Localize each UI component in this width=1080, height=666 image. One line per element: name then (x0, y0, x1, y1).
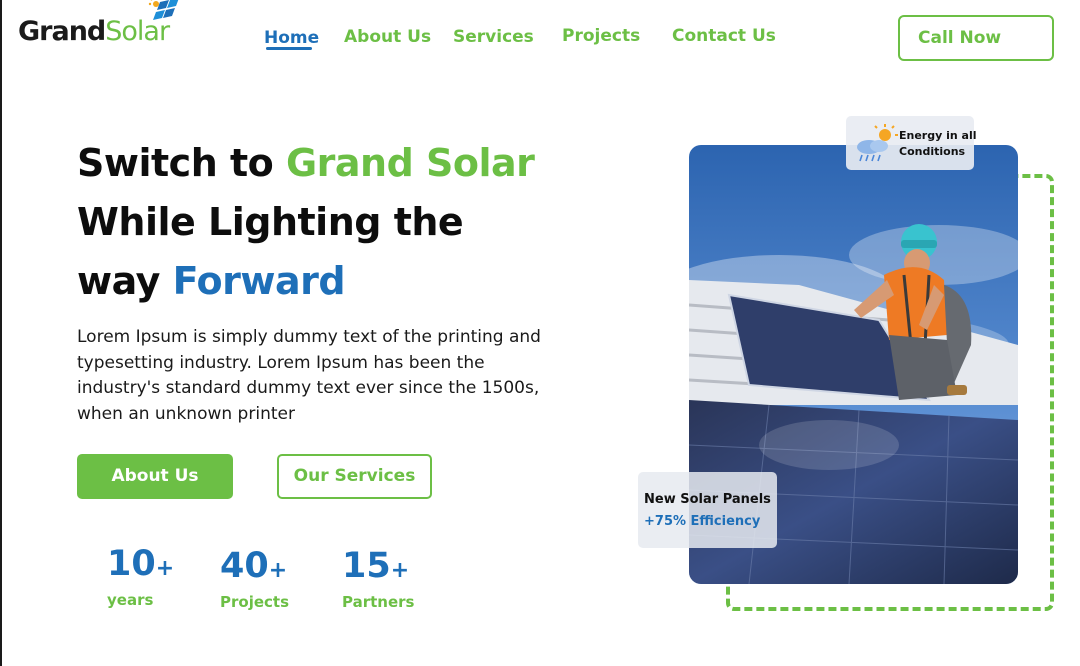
nav-active-indicator (266, 47, 312, 50)
hero-title-text: way (77, 259, 173, 303)
call-now-button[interactable]: Call Now (898, 15, 1054, 61)
stat-label: Projects (220, 593, 290, 611)
energy-badge-line-1: Energy in all (899, 129, 977, 142)
nav-projects[interactable]: Projects (562, 26, 640, 46)
stat-years: 10+ years (107, 542, 174, 609)
stat-label: Partners (342, 593, 415, 611)
stat-value: 40+ (220, 546, 288, 586)
hero-title-line-3: way Forward (77, 252, 534, 311)
hero-title: Switch to Grand Solar While Lighting the… (77, 134, 535, 311)
brand-name-part2: Solar (105, 16, 170, 47)
stat-value: 10+ (107, 544, 175, 584)
page-left-border (0, 0, 2, 666)
nav-contact-us[interactable]: Contact Us (672, 26, 776, 46)
stat-label: years (107, 591, 154, 609)
hero-title-line-1: Switch to Grand Solar (77, 134, 535, 193)
nav-home[interactable]: Home (264, 28, 319, 48)
hero-title-text: Switch to (77, 141, 286, 185)
solar-panels-badge: New Solar Panels +75% Efficiency (638, 472, 777, 548)
our-services-button[interactable]: Our Services (277, 454, 432, 499)
energy-badge-line-2: Conditions (899, 145, 966, 158)
energy-conditions-badge: Energy in all Conditions (846, 116, 977, 170)
nav-about-us[interactable]: About Us (344, 27, 431, 47)
energy-badge-text: Energy in all Conditions (899, 128, 977, 160)
brand-name-part1: Grand (18, 16, 106, 47)
brand-logo[interactable]: GrandSolar (18, 0, 179, 52)
stat-projects: 40+ Projects (220, 544, 289, 611)
stat-value: 15+ (342, 546, 410, 586)
hero-description: Lorem Ipsum is simply dummy text of the … (77, 327, 541, 424)
nav-services[interactable]: Services (453, 27, 534, 47)
about-us-button[interactable]: About Us (77, 454, 233, 499)
hero-title-highlight-green: Grand Solar (285, 141, 535, 185)
stat-partners: 15+ Partners (342, 544, 414, 611)
weather-sun-rain-icon (857, 124, 898, 162)
panels-badge-title: New Solar Panels (644, 492, 771, 507)
hero-title-highlight-blue: Forward (172, 259, 346, 303)
panels-badge-subtitle: +75% Efficiency (644, 514, 761, 529)
hero-title-line-2: While Lighting the (77, 200, 464, 244)
